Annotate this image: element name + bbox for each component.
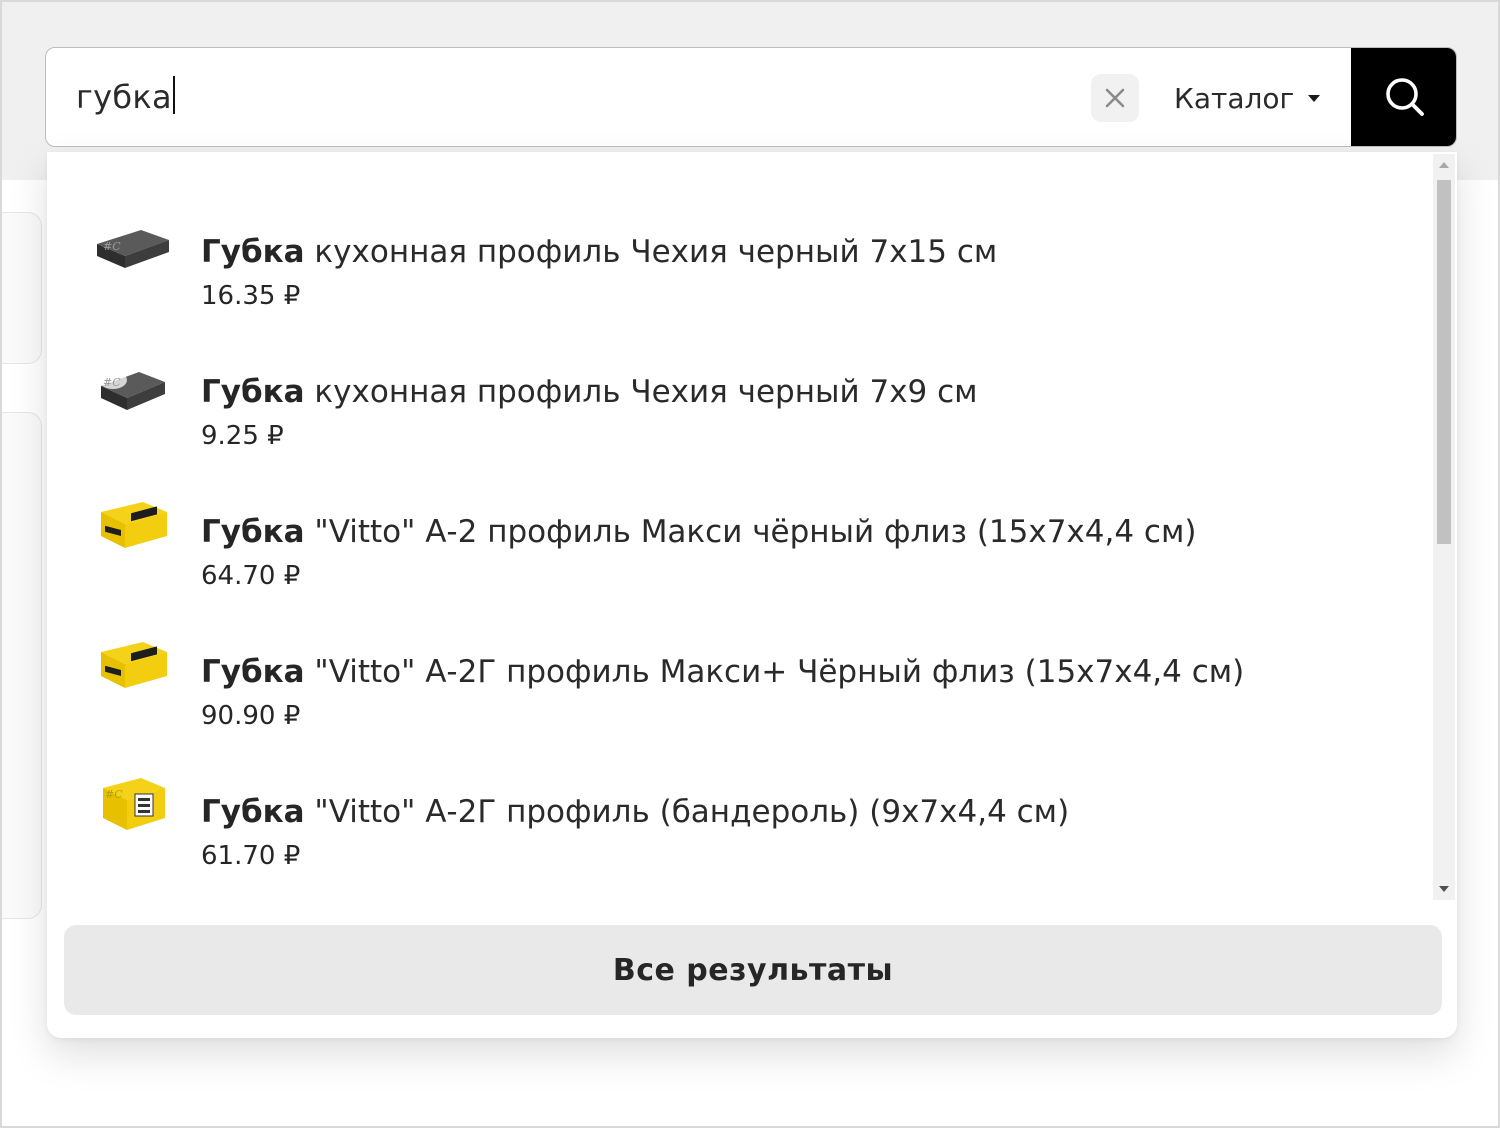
clear-search-button[interactable] [1091,74,1139,122]
svg-text:#C: #C [105,788,123,801]
result-item[interactable]: #C Губка кухонная профиль Чехия черный 7… [47,182,1433,322]
result-title: Губка кухонная профиль Чехия черный 7х9 … [201,374,978,410]
result-price: 16.35 ₽ [201,281,301,311]
result-price: 64.70 ₽ [201,561,301,591]
catalog-dropdown[interactable]: Каталог [1174,78,1321,118]
background-card [2,412,42,919]
result-item[interactable]: Губка "Vitto" А-2 профиль Макси чёрный ф… [47,462,1433,602]
results-scrollbar[interactable] [1433,154,1455,900]
text-caret [172,76,175,114]
background-card [2,212,42,364]
search-query: губка [76,78,172,116]
yellow-pack-thumbnail [101,502,167,548]
close-icon [1105,88,1125,108]
yellow-pack-thumbnail [101,642,167,688]
result-title: Губка "Vitto" А-2Г профиль (бандероль) (… [201,794,1070,830]
search-input[interactable]: губка [76,76,175,116]
result-item[interactable]: Губка "Vitto" А-2Г профиль Макси+ Чёрный… [47,602,1433,742]
result-price: 9.25 ₽ [201,421,284,451]
result-title: Губка кухонная профиль Чехия черный 7х15… [201,234,998,270]
result-price: 61.70 ₽ [201,841,301,871]
result-title: Губка "Vitto" А-2 профиль Макси чёрный ф… [201,514,1197,550]
caret-down-icon [1308,94,1321,102]
svg-text:#C: #C [103,376,121,389]
scrollbar-thumb[interactable] [1437,180,1451,544]
page-frame: губка Каталог #C Губка кухонная профиль … [0,0,1500,1128]
result-item[interactable]: #C Губка "Vitto" А-2Г профиль (бандероль… [47,742,1433,882]
search-bar: губка Каталог [45,47,1457,147]
result-item[interactable]: #C Губка кухонная профиль Чехия черный 7… [47,322,1433,462]
svg-text:#C: #C [103,240,121,253]
catalog-label: Каталог [1174,81,1295,115]
results-list: #C Губка кухонная профиль Чехия черный 7… [47,152,1433,900]
scroll-up-arrow-icon[interactable] [1439,162,1449,168]
result-title: Губка "Vitto" А-2Г профиль Макси+ Чёрный… [201,654,1245,690]
search-icon [1385,78,1424,116]
dark-sponge-thumbnail: #C [99,371,165,410]
search-suggestions-dropdown: #C Губка кухонная профиль Чехия черный 7… [47,152,1457,1038]
result-price: 90.90 ₽ [201,701,301,731]
yellow-pack-thumbnail: #C [103,778,165,830]
all-results-button[interactable]: Все результаты [64,925,1442,1015]
dark-sponge-thumbnail: #C [97,230,169,268]
search-button[interactable] [1351,48,1456,146]
scroll-down-arrow-icon[interactable] [1439,886,1449,892]
